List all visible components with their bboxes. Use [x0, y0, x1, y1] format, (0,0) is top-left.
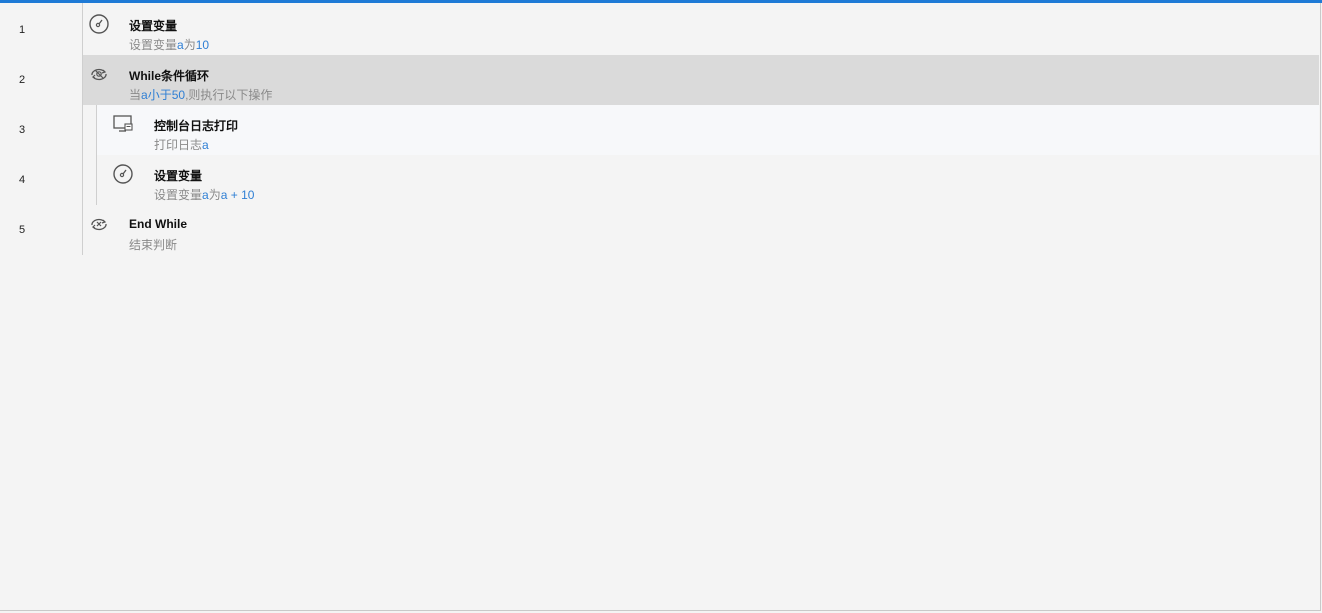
desc-variable: 小于 [147, 88, 172, 102]
step-title: 设置变量 [129, 19, 178, 33]
line-number: 1 [19, 24, 26, 36]
desc-text: ,则执行以下操作 [185, 88, 273, 102]
step-title: 设置变量 [154, 169, 203, 183]
end-loop-icon [91, 218, 107, 231]
step-body[interactable]: 控制台日志打印 打印日志a [96, 105, 1319, 155]
flow-step-row[interactable]: 3 控制台日志打印 打印日志a [0, 105, 1319, 155]
step-description: 结束判断 [129, 236, 177, 253]
step-description: 当a小于50,则执行以下操作 [129, 86, 272, 103]
desc-variable: 50 [171, 88, 186, 102]
desc-variable: a [177, 38, 184, 52]
desc-variable: a + 10 [220, 188, 255, 202]
desc-text: 打印日志 [154, 138, 203, 152]
line-number: 5 [19, 224, 26, 236]
step-body[interactable]: 设置变量 设置变量a为a + 10 [96, 155, 1319, 205]
flow-step-row[interactable]: 1 设置变量 设置变量a为10 [0, 5, 1319, 55]
desc-variable: 10 [195, 38, 210, 52]
desc-variable: a [202, 138, 209, 152]
gauge-icon [113, 164, 133, 184]
loop-icon [91, 68, 107, 81]
step-title: 控制台日志打印 [154, 119, 239, 133]
gauge-icon [89, 14, 109, 34]
flow-step-row[interactable]: 5 End While 结束判断 [0, 205, 1319, 255]
step-description: 设置变量a为10 [129, 36, 209, 53]
line-number: 2 [19, 74, 26, 86]
step-body[interactable]: End While 结束判断 [83, 205, 1319, 255]
desc-variable: a [202, 188, 209, 202]
desc-text: 设置变量 [129, 38, 178, 52]
desc-text: 当 [129, 88, 142, 102]
line-number: 4 [19, 174, 26, 186]
desc-text: 为 [208, 188, 221, 202]
nesting-guide-line [96, 105, 97, 205]
desc-text: 设置变量 [154, 188, 203, 202]
step-description: 设置变量a为a + 10 [154, 186, 254, 203]
console-icon [113, 115, 133, 132]
step-description: 打印日志a [154, 136, 209, 153]
line-number: 3 [19, 124, 26, 136]
step-title: End While [129, 217, 187, 231]
step-title: While条件循环 [129, 69, 209, 83]
desc-text: 结束判断 [129, 238, 178, 252]
desc-variable: a [141, 88, 148, 102]
step-body[interactable]: While条件循环 当a小于50,则执行以下操作 [83, 55, 1319, 105]
desc-text: 为 [183, 38, 196, 52]
flow-step-row[interactable]: 4 设置变量 设置变量a为a + 10 [0, 155, 1319, 205]
flow-step-row[interactable]: 2 While条件循环 当a小于50,则执行以下操作 [0, 55, 1319, 105]
step-body[interactable]: 设置变量 设置变量a为10 [83, 5, 1319, 55]
